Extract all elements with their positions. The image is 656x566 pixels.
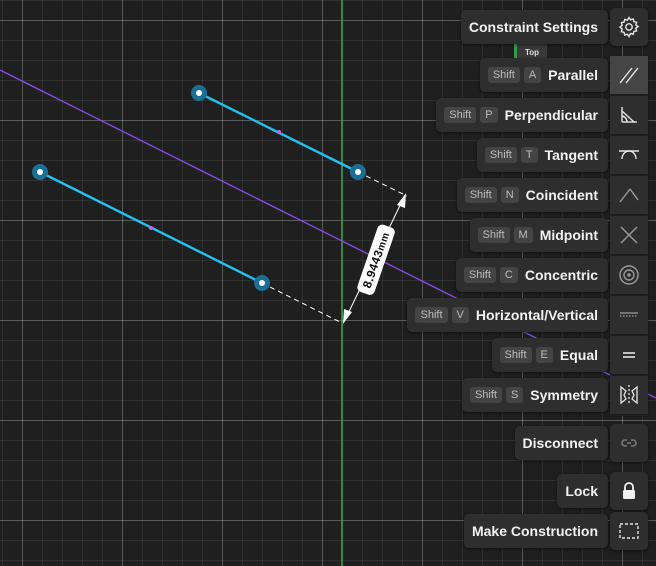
constraint-settings-button[interactable]	[610, 8, 648, 46]
endpoint-handle[interactable]	[254, 275, 270, 291]
constraint-name: Symmetry	[530, 387, 598, 403]
symmetry-button[interactable]	[610, 376, 648, 414]
constraint-row-tangent[interactable]: Shift T Tangent	[476, 136, 648, 174]
constraint-row-parallel[interactable]: Shift A Parallel	[479, 56, 648, 94]
constraint-name: Perpendicular	[504, 107, 598, 123]
coincident-icon	[619, 188, 639, 203]
shortcut-key: P	[480, 107, 498, 123]
tangent-button[interactable]	[610, 136, 648, 174]
constraint-name: Tangent	[544, 147, 598, 163]
action-name: Disconnect	[522, 435, 598, 451]
constraint-name: Parallel	[548, 67, 598, 83]
constraint-settings-row[interactable]: Constraint Settings	[460, 8, 648, 46]
tangent-icon	[619, 150, 639, 160]
dimension-extension-line	[261, 282, 343, 324]
midpoint-marker	[149, 226, 153, 230]
lock-icon	[623, 482, 635, 499]
endpoint-handle[interactable]	[191, 85, 207, 101]
make-construction-button[interactable]	[610, 512, 648, 550]
constraint-label-midpoint[interactable]: Shift M Midpoint	[469, 218, 608, 252]
horizontal-vertical-button[interactable]	[610, 296, 648, 334]
action-row-make-construction[interactable]: Make Construction	[463, 512, 648, 550]
shortcut-key: M	[513, 227, 533, 243]
concentric-icon	[619, 265, 639, 285]
shortcut-modifier: Shift	[499, 347, 532, 363]
shortcut-key: C	[499, 267, 518, 283]
shortcut-modifier: Shift	[487, 67, 520, 83]
shortcut-modifier: Shift	[477, 227, 510, 243]
action-name: Make Construction	[471, 523, 598, 539]
constraint-name: Midpoint	[539, 227, 598, 243]
gear-icon	[618, 16, 640, 38]
constraint-row-midpoint[interactable]: Shift M Midpoint	[469, 216, 648, 254]
constraint-row-perpendicular[interactable]: Shift P Perpendicular	[436, 96, 648, 134]
endpoint-handle[interactable]	[32, 164, 48, 180]
constraint-label-symmetry[interactable]: Shift S Symmetry	[461, 378, 608, 412]
lock-button[interactable]	[610, 472, 648, 510]
constraint-row-horizontal-vertical[interactable]: Shift V Horizontal/Vertical	[407, 296, 648, 334]
shortcut-key: E	[535, 347, 553, 363]
horizontal-vertical-icon	[620, 312, 638, 317]
constraint-label-parallel[interactable]: Shift A Parallel	[479, 58, 608, 92]
symmetry-icon	[620, 385, 638, 405]
shortcut-modifier: Shift	[469, 387, 502, 403]
dimension-extension-line	[357, 171, 408, 197]
disconnect-icon	[621, 439, 637, 447]
shortcut-modifier: Shift	[444, 107, 477, 123]
shortcut-key: T	[520, 147, 538, 163]
shortcut-key: V	[451, 307, 469, 323]
constraint-name: Equal	[559, 347, 598, 363]
constraint-label-concentric[interactable]: Shift C Concentric	[455, 258, 608, 292]
perpendicular-button[interactable]	[610, 96, 648, 134]
shortcut-key: N	[500, 187, 519, 203]
action-label-disconnect[interactable]: Disconnect	[514, 426, 608, 460]
constraint-settings-text: Constraint Settings	[468, 19, 598, 35]
disconnect-button[interactable]	[610, 424, 648, 462]
constraint-label-tangent[interactable]: Shift T Tangent	[476, 138, 608, 172]
shortcut-key: A	[523, 67, 542, 83]
constraint-name: Concentric	[524, 267, 598, 283]
constraint-row-equal[interactable]: Shift E Equal	[491, 336, 648, 374]
shortcut-modifier: Shift	[415, 307, 448, 323]
midpoint-button[interactable]	[610, 216, 648, 254]
constraint-label-perpendicular[interactable]: Shift P Perpendicular	[436, 98, 608, 132]
dimension-arrowhead	[343, 309, 352, 324]
constraint-row-coincident[interactable]: Shift N Coincident	[456, 176, 648, 214]
coincident-button[interactable]	[610, 176, 648, 214]
equal-icon	[623, 352, 635, 358]
constraint-row-symmetry[interactable]: Shift S Symmetry	[461, 376, 648, 414]
dimension-arrowhead	[397, 193, 406, 208]
shortcut-modifier: Shift	[464, 187, 497, 203]
action-label-make-construction[interactable]: Make Construction	[463, 514, 608, 548]
action-label-lock[interactable]: Lock	[557, 474, 608, 508]
midpoint-icon	[620, 226, 638, 244]
constraint-label-equal[interactable]: Shift E Equal	[491, 338, 608, 372]
concentric-button[interactable]	[610, 256, 648, 294]
action-name: Lock	[565, 483, 598, 499]
shortcut-modifier: Shift	[463, 267, 496, 283]
constraint-label-horizontal-vertical[interactable]: Shift V Horizontal/Vertical	[407, 298, 608, 332]
endpoint-handle[interactable]	[350, 164, 366, 180]
constraint-row-concentric[interactable]: Shift C Concentric	[455, 256, 648, 294]
action-row-disconnect[interactable]: Disconnect	[514, 424, 648, 462]
constraint-label-coincident[interactable]: Shift N Coincident	[456, 178, 608, 212]
midpoint-marker	[277, 130, 281, 134]
construction-icon	[619, 523, 639, 539]
constraint-settings-label[interactable]: Constraint Settings	[460, 10, 608, 44]
shortcut-modifier: Shift	[484, 147, 517, 163]
constraint-name: Horizontal/Vertical	[475, 307, 598, 323]
perpendicular-icon	[621, 107, 637, 123]
parallel-button[interactable]	[610, 56, 648, 94]
parallel-icon	[619, 67, 639, 84]
constraint-name: Coincident	[525, 187, 598, 203]
equal-button[interactable]	[610, 336, 648, 374]
action-row-lock[interactable]: Lock	[557, 472, 648, 510]
shortcut-key: S	[505, 387, 524, 403]
